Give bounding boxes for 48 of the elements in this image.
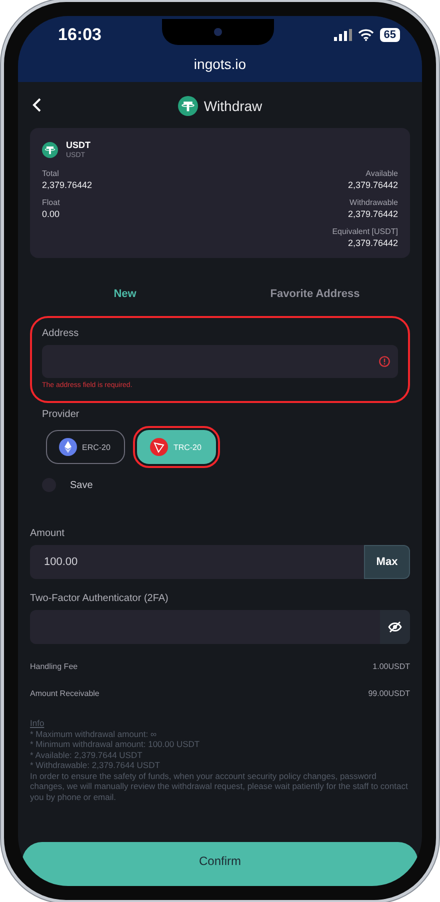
tron-icon (150, 438, 168, 456)
field-label: Address (42, 328, 80, 339)
signal-icon (334, 29, 352, 41)
tether-logo-icon (42, 142, 58, 158)
tether-logo-icon (178, 96, 198, 116)
stat-value: 2,379.76442 (348, 180, 398, 190)
stat-label: Total (42, 169, 60, 178)
stat-label: Withdrawable (348, 198, 398, 207)
info-line: * Available: 2,379.7644 USDT (30, 750, 144, 760)
status-time: 16:03 (58, 25, 102, 45)
tab[interactable]: Favorite Address (220, 284, 410, 304)
field-label: Amount (30, 528, 66, 539)
error-icon (379, 356, 390, 367)
stat-label: Float (42, 198, 61, 207)
fee-label: Amount Receivable (30, 689, 100, 698)
info-line: * Minimum withdrawal amount: 100.00 USDT (30, 739, 201, 750)
wifi-icon (358, 29, 374, 41)
eye-slash-icon (388, 621, 402, 633)
stat-value: 0.00 (42, 209, 61, 219)
address-input[interactable] (42, 345, 398, 378)
amount-input[interactable]: 100.00 Max (30, 545, 410, 579)
max-button[interactable]: Max (364, 545, 410, 579)
tab[interactable]: New (30, 284, 220, 304)
stat-value: 2,379.76442 (348, 209, 398, 219)
field-label: Provider (42, 409, 80, 420)
2fa-input[interactable] (30, 610, 410, 644)
field-label: Two-Factor Authenticator (2FA) (30, 593, 170, 604)
info-title: Info (30, 718, 46, 728)
page-title: Withdraw (204, 98, 262, 114)
stat-value: 2,379.76442 (42, 180, 92, 190)
site-url: ingots.io (192, 55, 248, 74)
stat-value: 2,379.76442 (346, 238, 398, 248)
camera-icon (214, 28, 222, 36)
info-line: * Withdrawable: 2,379.7644 USDT (30, 760, 161, 770)
fee-value: 99.00USDT (368, 689, 410, 698)
fee-value: 1.00USDT (372, 662, 410, 671)
hide-password-button[interactable] (380, 610, 410, 644)
info-note: In order to ensure the safety of funds, when your account security policy changes, password changes, we will manually review the withdrawal request, please wait patiently for the staff to contact you by phone or email. (30, 770, 409, 802)
save-label: Save (70, 480, 93, 490)
battery-level: 65 (380, 28, 400, 42)
confirm-button[interactable]: Confirm (22, 842, 418, 886)
ethereum-icon (59, 438, 77, 456)
info-line: * Maximum withdrawal amount: ∞ (30, 728, 158, 739)
asset-symbol: USDT (66, 140, 90, 150)
stat-label: Available (364, 169, 398, 178)
fee-label: Handling Fee (30, 662, 78, 671)
stat-label: Equivalent [USDT] (332, 227, 398, 236)
provider-option[interactable]: ERC-20 (46, 430, 126, 464)
